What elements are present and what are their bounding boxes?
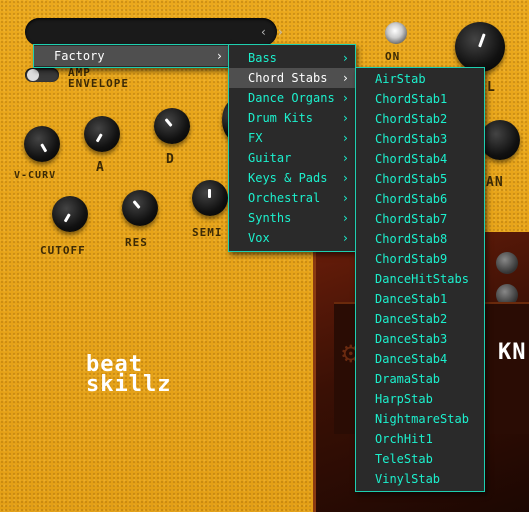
preset-selector[interactable]: ‹ › [25, 18, 283, 46]
menu-item-guitar[interactable]: Guitar › [229, 148, 355, 168]
preset-item-nightmarestab[interactable]: NightmareStab [356, 409, 484, 429]
preset-item-orchhit1[interactable]: OrchHit1 [356, 429, 484, 449]
menu-item-synths[interactable]: Synths › [229, 208, 355, 228]
menu-item-keys-pads[interactable]: Keys & Pads › [229, 168, 355, 188]
chevron-right-icon: › [341, 231, 349, 245]
chevron-right-icon: › [341, 111, 349, 125]
vcurv-knob[interactable] [24, 126, 60, 162]
chevron-right-icon: › [341, 171, 349, 185]
menu-item-label: Dance Organs [248, 91, 335, 105]
menu-item-dance-organs[interactable]: Dance Organs › [229, 88, 355, 108]
res-knob[interactable] [122, 190, 158, 226]
category-menu: Bass › Chord Stabs › Dance Organs › Drum Kits ›… [228, 44, 356, 252]
preset-item-chordstab5[interactable]: ChordStab5 [356, 169, 484, 189]
synth-brand: KN [498, 340, 527, 365]
chevron-right-icon: › [341, 51, 349, 65]
next-preset-icon[interactable]: › [278, 18, 283, 46]
pan-knob[interactable] [480, 120, 520, 160]
vol-label: L [487, 80, 496, 95]
prev-preset-icon[interactable]: ‹ [261, 18, 266, 46]
menu-item-label: FX [248, 131, 263, 145]
d-label: D [166, 152, 175, 167]
amp-envelope-toggle[interactable] [25, 68, 59, 82]
preset-item-dancehitstabs[interactable]: DanceHitStabs [356, 269, 484, 289]
chord-stabs-menu: AirStab ChordStab1 ChordStab2 ChordStab3 Cho… [355, 67, 485, 492]
menu-item-label: Keys & Pads [248, 171, 328, 185]
vol-knob[interactable] [455, 22, 505, 72]
res-label: RES [125, 236, 148, 249]
menu-item-fx[interactable]: FX › [229, 128, 355, 148]
menu-item-label: Factory [54, 49, 105, 63]
vcurv-label: V-CURV [14, 170, 57, 181]
preset-item-chordstab7[interactable]: ChordStab7 [356, 209, 484, 229]
preset-item-chordstab9[interactable]: ChordStab9 [356, 249, 484, 269]
menu-item-bass[interactable]: Bass › [229, 48, 355, 68]
preset-item-chordstab3[interactable]: ChordStab3 [356, 129, 484, 149]
preset-item-dancestab3[interactable]: DanceStab3 [356, 329, 484, 349]
plugin-window: ‹ › AMP ENVELOPE ON L AN V-CURV A D CUTO… [0, 0, 529, 512]
a-label: A [96, 160, 105, 175]
preset-menu: Factory › [33, 44, 230, 68]
preset-item-dancestab1[interactable]: DanceStab1 [356, 289, 484, 309]
preset-item-chordstab6[interactable]: ChordStab6 [356, 189, 484, 209]
pan-label: AN [486, 175, 504, 190]
envelope-label: ENVELOPE [68, 77, 129, 90]
semi-knob[interactable] [192, 180, 228, 216]
chevron-right-icon: › [341, 151, 349, 165]
menu-item-label: Vox [248, 231, 270, 245]
chevron-right-icon: › [341, 71, 349, 85]
preset-item-chordstab1[interactable]: ChordStab1 [356, 89, 484, 109]
menu-item-drum-kits[interactable]: Drum Kits › [229, 108, 355, 128]
brand-logo: beat skillz [86, 354, 172, 397]
preset-item-airstab[interactable]: AirStab [356, 69, 484, 89]
power-label: ON [385, 50, 401, 63]
preset-item-dancestab4[interactable]: DanceStab4 [356, 349, 484, 369]
chevron-right-icon: › [215, 49, 223, 63]
menu-item-label: Bass [248, 51, 277, 65]
chevron-right-icon: › [341, 211, 349, 225]
preset-item-chordstab8[interactable]: ChordStab8 [356, 229, 484, 249]
menu-item-factory[interactable]: Factory › [34, 46, 229, 66]
semi-label: SEMI [192, 226, 223, 239]
power-led[interactable] [385, 22, 407, 44]
menu-item-orchestral[interactable]: Orchestral › [229, 188, 355, 208]
toggle-thumb [27, 69, 39, 81]
menu-item-label: Chord Stabs [248, 71, 328, 85]
menu-item-vox[interactable]: Vox › [229, 228, 355, 248]
preset-item-telestab[interactable]: TeleStab [356, 449, 484, 469]
preset-item-dancestab2[interactable]: DanceStab2 [356, 309, 484, 329]
preset-item-chordstab2[interactable]: ChordStab2 [356, 109, 484, 129]
menu-item-label: Orchestral [248, 191, 321, 205]
chevron-right-icon: › [341, 131, 349, 145]
preset-item-chordstab4[interactable]: ChordStab4 [356, 149, 484, 169]
menu-item-chord-stabs[interactable]: Chord Stabs › [229, 68, 355, 88]
chevron-right-icon: › [341, 191, 349, 205]
chevron-right-icon: › [341, 91, 349, 105]
preset-item-vinylstab[interactable]: VinylStab [356, 469, 484, 489]
menu-item-label: Guitar [248, 151, 292, 165]
a-knob[interactable] [84, 116, 120, 152]
synth-knob [496, 252, 518, 274]
preset-item-harpstab[interactable]: HarpStab [356, 389, 484, 409]
cutoff-knob[interactable] [52, 196, 88, 232]
d-knob[interactable] [154, 108, 190, 144]
menu-item-label: Drum Kits [248, 111, 314, 125]
preset-item-dramastab[interactable]: DramaStab [356, 369, 484, 389]
menu-item-label: Synths [248, 211, 292, 225]
cutoff-label: CUTOFF [40, 244, 86, 257]
logo-line2: skillz [86, 372, 172, 397]
